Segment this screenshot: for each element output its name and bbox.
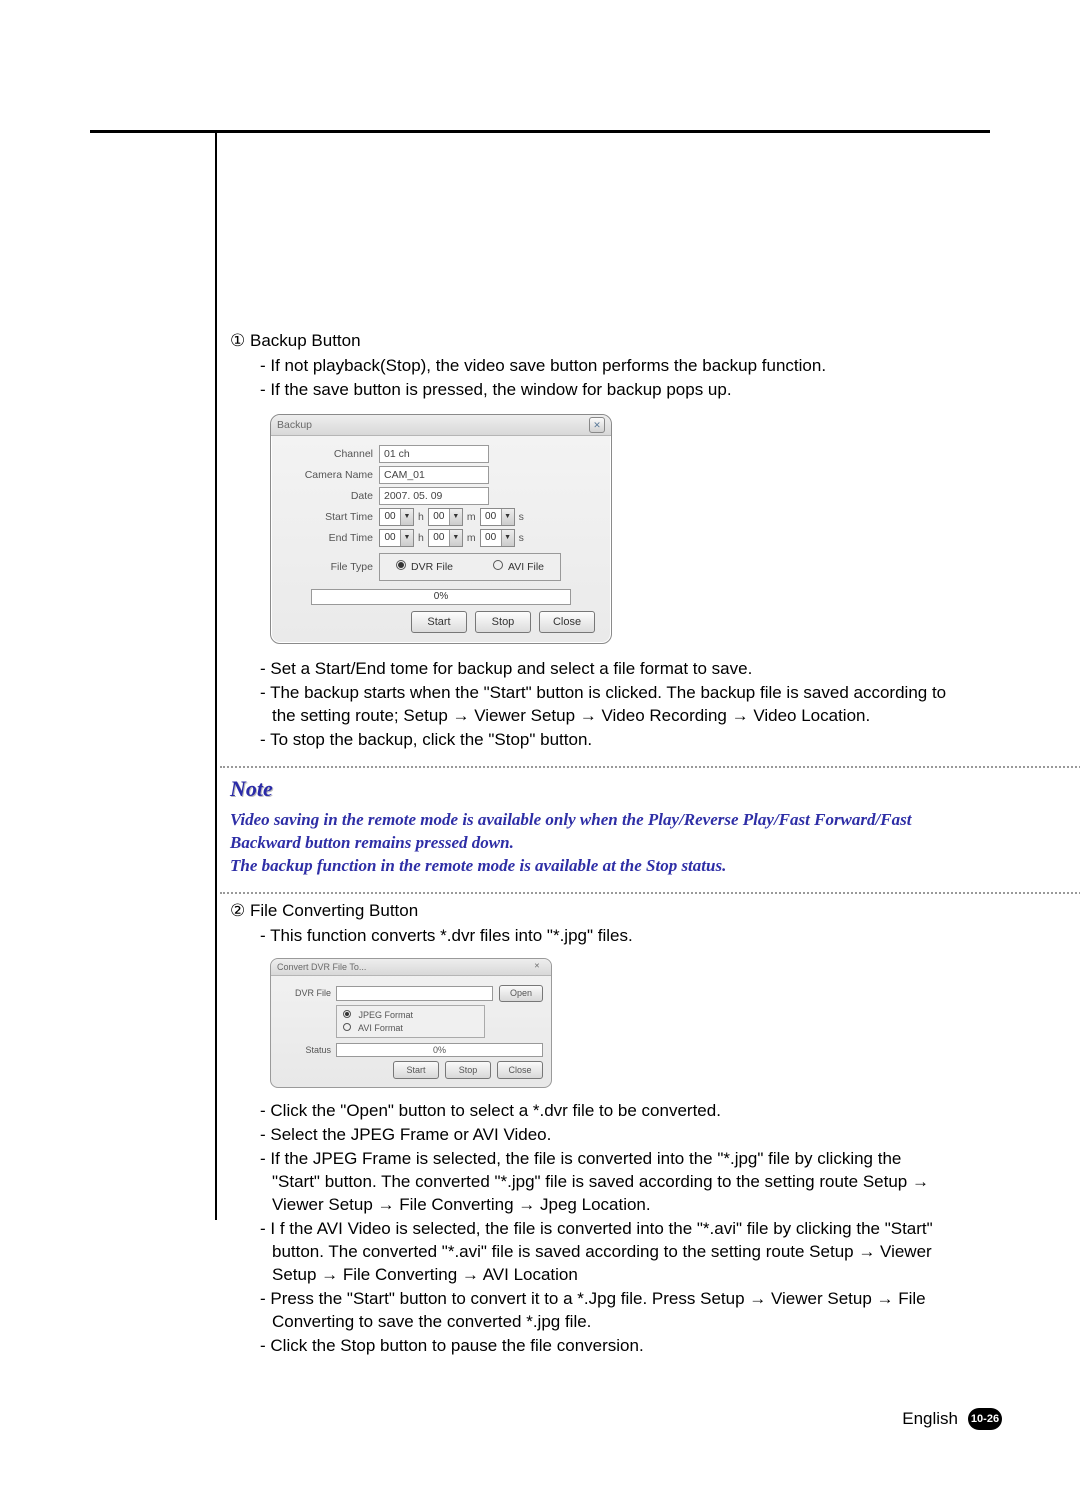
list-item: - The backup starts when the "Start" but… xyxy=(260,682,950,728)
convert-progress: 0% xyxy=(336,1043,543,1057)
divider xyxy=(220,892,1080,894)
close-button[interactable]: Close xyxy=(539,611,595,633)
list-item: - This function converts *.dvr files int… xyxy=(260,925,950,948)
stop-button[interactable]: Stop xyxy=(445,1061,491,1079)
list-item: - If the save button is pressed, the win… xyxy=(260,379,950,402)
convert-title-bar: Convert DVR File To... ✕ xyxy=(271,959,551,976)
dvr-file-input[interactable] xyxy=(336,986,493,1001)
top-rule xyxy=(90,130,990,133)
footer-language: English xyxy=(902,1409,958,1429)
convert-title: Convert DVR File To... xyxy=(277,961,366,973)
section2-list-b: - Click the "Open" button to select a *.… xyxy=(260,1100,950,1357)
close-button[interactable]: Close xyxy=(497,1061,543,1079)
list-item: - Click the Stop button to pause the fil… xyxy=(260,1335,950,1358)
chevron-down-icon: ▼ xyxy=(400,530,413,546)
format-group: JPEG Format AVI Format xyxy=(336,1005,485,1038)
file-type-label: File Type xyxy=(281,560,379,574)
dvr-file-label: DVR File xyxy=(279,987,336,999)
avi-radio[interactable]: AVI File xyxy=(493,560,544,574)
list-item: - To stop the backup, click the "Stop" b… xyxy=(260,729,950,752)
list-item: - Set a Start/End tome for backup and se… xyxy=(260,658,950,681)
open-button[interactable]: Open xyxy=(499,985,543,1002)
close-icon[interactable]: ✕ xyxy=(534,961,545,972)
backup-dialog: Backup ✕ Channel 01 ch Camera Name CAM_0… xyxy=(270,414,612,644)
end-m-select[interactable]: 00▼ xyxy=(428,529,463,547)
list-item: - Press the "Start" button to convert it… xyxy=(260,1288,950,1334)
divider xyxy=(220,766,1080,768)
section2-number: ② xyxy=(230,900,245,923)
camera-label: Camera Name xyxy=(281,468,379,482)
backup-title-bar: Backup ✕ xyxy=(271,415,611,436)
list-item: - Click the "Open" button to select a *.… xyxy=(260,1100,950,1123)
channel-value: 01 ch xyxy=(379,445,489,463)
list-item: - I f the AVI Video is selected, the fil… xyxy=(260,1218,950,1287)
section1-heading: ① Backup Button xyxy=(230,330,950,353)
jpeg-radio[interactable]: JPEG Format xyxy=(343,1009,478,1022)
section2-title: File Converting Button xyxy=(250,901,418,920)
section1-number: ① xyxy=(230,330,245,353)
note-heading: Note xyxy=(230,774,950,804)
channel-label: Channel xyxy=(281,447,379,461)
date-value: 2007. 05. 09 xyxy=(379,487,489,505)
status-label: Status xyxy=(279,1044,336,1056)
section2-heading: ② File Converting Button xyxy=(230,900,950,923)
start-s-select[interactable]: 00▼ xyxy=(480,508,515,526)
backup-title: Backup xyxy=(277,418,312,432)
chevron-down-icon: ▼ xyxy=(449,509,462,525)
camera-value: CAM_01 xyxy=(379,466,489,484)
avi-radio[interactable]: AVI Format xyxy=(343,1022,478,1035)
convert-dialog: Convert DVR File To... ✕ DVR File Open J… xyxy=(270,958,552,1088)
start-m-select[interactable]: 00▼ xyxy=(428,508,463,526)
section1-list-a: - If not playback(Stop), the video save … xyxy=(260,355,950,402)
chevron-down-icon: ▼ xyxy=(501,530,514,546)
backup-progress: 0% xyxy=(311,589,571,605)
note-body: Video saving in the remote mode is avail… xyxy=(230,809,950,878)
page-number-badge: 10-26 xyxy=(968,1408,1002,1430)
page: ① Backup Button - If not playback(Stop),… xyxy=(0,0,1080,1490)
file-type-group: DVR File AVI File xyxy=(379,553,561,581)
start-button[interactable]: Start xyxy=(393,1061,439,1079)
dvr-radio[interactable]: DVR File xyxy=(396,560,453,574)
list-item: - If the JPEG Frame is selected, the fil… xyxy=(260,1148,950,1217)
stop-button[interactable]: Stop xyxy=(475,611,531,633)
section1-list-b: - Set a Start/End tome for backup and se… xyxy=(260,658,950,752)
main-content: ① Backup Button - If not playback(Stop),… xyxy=(230,330,950,1357)
chevron-down-icon: ▼ xyxy=(501,509,514,525)
list-item: - Select the JPEG Frame or AVI Video. xyxy=(260,1124,950,1147)
list-item: - If not playback(Stop), the video save … xyxy=(260,355,950,378)
start-button[interactable]: Start xyxy=(411,611,467,633)
date-label: Date xyxy=(281,489,379,503)
page-footer: English 10-26 xyxy=(902,1408,1002,1430)
close-icon[interactable]: ✕ xyxy=(589,417,605,433)
section2-list-a: - This function converts *.dvr files int… xyxy=(260,925,950,948)
end-time-label: End Time xyxy=(281,531,379,545)
end-s-select[interactable]: 00▼ xyxy=(480,529,515,547)
end-h-select[interactable]: 00▼ xyxy=(379,529,414,547)
chevron-down-icon: ▼ xyxy=(449,530,462,546)
start-h-select[interactable]: 00▼ xyxy=(379,508,414,526)
section1-title: Backup Button xyxy=(250,331,361,350)
chevron-down-icon: ▼ xyxy=(400,509,413,525)
start-time-label: Start Time xyxy=(281,510,379,524)
left-rule xyxy=(215,130,217,1220)
